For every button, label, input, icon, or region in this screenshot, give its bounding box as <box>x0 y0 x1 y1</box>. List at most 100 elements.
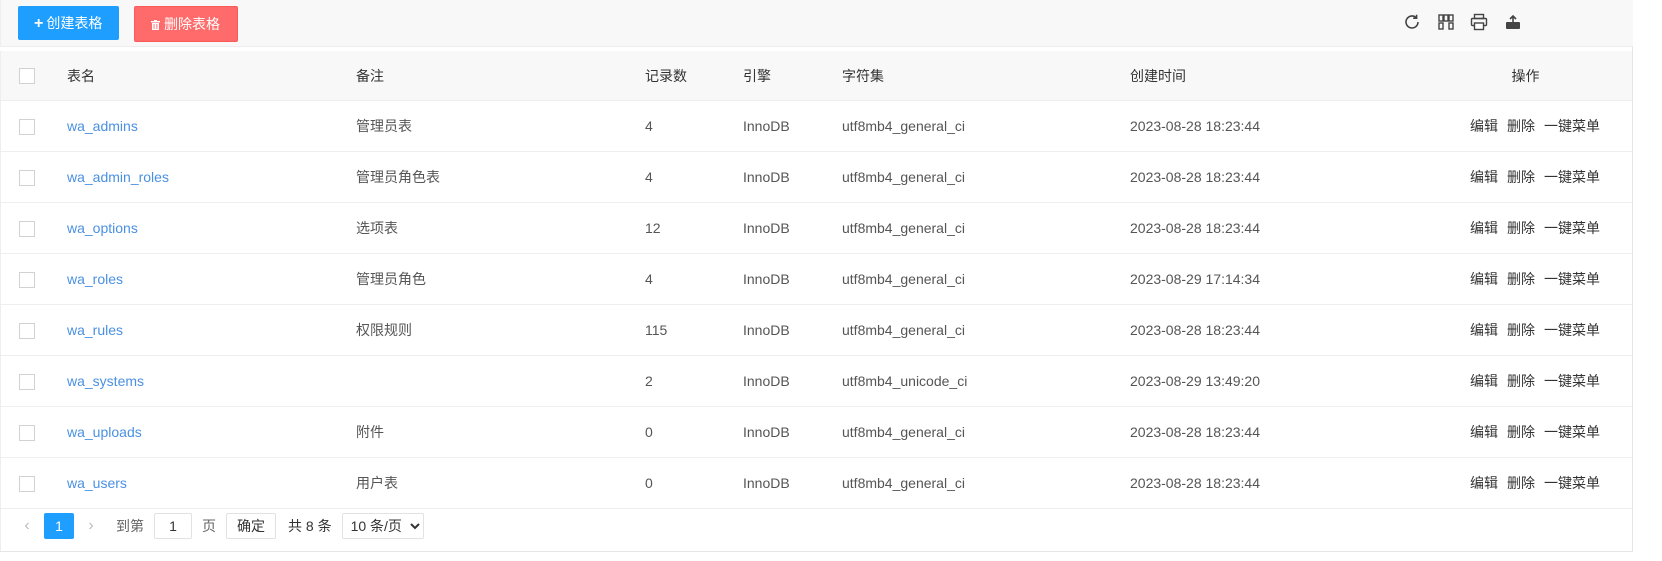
row-checkbox[interactable] <box>19 373 35 390</box>
row-checkbox[interactable] <box>19 169 35 186</box>
row-ops: 编辑 删除 一键菜单 <box>1419 100 1632 152</box>
header-created[interactable]: 创建时间 <box>1130 51 1419 101</box>
row-name-cell: wa_roles <box>67 253 356 305</box>
edit-button[interactable]: 编辑 <box>1470 373 1498 389</box>
row-checkbox[interactable] <box>19 424 35 441</box>
row-note: 选项表 <box>356 202 645 254</box>
edit-button[interactable]: 编辑 <box>1470 322 1498 338</box>
table-name-link[interactable]: wa_uploads <box>67 424 142 440</box>
select-all-checkbox[interactable] <box>19 68 35 85</box>
table-row[interactable]: wa_options 选项表 12 InnoDB utf8mb4_general… <box>0 202 1632 254</box>
row-checkbox[interactable] <box>19 475 35 492</box>
row-checkbox-cell <box>0 304 67 356</box>
goto-page-input[interactable] <box>154 513 192 539</box>
row-created: 2023-08-28 18:23:44 <box>1130 202 1419 254</box>
delete-table-button[interactable]: 删除表格 <box>134 6 238 42</box>
row-note: 管理员角色表 <box>356 151 645 203</box>
row-ops: 编辑 删除 一键菜单 <box>1419 151 1632 203</box>
header-name[interactable]: 表名 <box>67 51 356 101</box>
prev-page-button[interactable]: ‹ <box>12 517 42 535</box>
page-size-select[interactable]: 10 条/页 <box>341 513 424 539</box>
one-click-menu-button[interactable]: 一键菜单 <box>1544 424 1600 440</box>
refresh-icon[interactable] <box>1402 12 1422 32</box>
one-click-menu-button[interactable]: 一键菜单 <box>1544 373 1600 389</box>
table-row[interactable]: wa_admins 管理员表 4 InnoDB utf8mb4_general_… <box>0 100 1632 152</box>
header-engine[interactable]: 引擎 <box>743 51 842 101</box>
export-icon[interactable] <box>1503 12 1523 32</box>
row-note <box>356 355 645 407</box>
one-click-menu-button[interactable]: 一键菜单 <box>1544 220 1600 236</box>
table-name-link[interactable]: wa_users <box>67 475 127 491</box>
row-name-cell: wa_uploads <box>67 406 356 458</box>
delete-button[interactable]: 删除 <box>1507 220 1535 236</box>
row-charset: utf8mb4_general_ci <box>842 151 1130 203</box>
one-click-menu-button[interactable]: 一键菜单 <box>1544 271 1600 287</box>
edit-button[interactable]: 编辑 <box>1470 475 1498 491</box>
row-name-cell: wa_rules <box>67 304 356 356</box>
row-note: 权限规则 <box>356 304 645 356</box>
row-count: 0 <box>645 406 743 458</box>
table-name-link[interactable]: wa_admins <box>67 118 138 134</box>
delete-button[interactable]: 删除 <box>1507 424 1535 440</box>
edit-button[interactable]: 编辑 <box>1470 271 1498 287</box>
delete-button[interactable]: 删除 <box>1507 373 1535 389</box>
row-count: 115 <box>645 304 743 356</box>
row-checkbox[interactable] <box>19 220 35 237</box>
page-label: 页 <box>202 518 216 534</box>
row-checkbox-cell <box>0 253 67 305</box>
delete-button[interactable]: 删除 <box>1507 271 1535 287</box>
delete-button[interactable]: 删除 <box>1507 322 1535 338</box>
table-row[interactable]: wa_roles 管理员角色 4 InnoDB utf8mb4_general_… <box>0 253 1632 305</box>
row-checkbox[interactable] <box>19 322 35 339</box>
create-table-button[interactable]: + 创建表格 <box>18 6 120 40</box>
row-checkbox[interactable] <box>19 118 35 135</box>
toolbar: + 创建表格 删除表格 <box>0 0 1633 47</box>
row-checkbox[interactable] <box>19 271 35 288</box>
header-note[interactable]: 备注 <box>356 51 645 101</box>
row-ops: 编辑 删除 一键菜单 <box>1419 355 1632 407</box>
table-name-link[interactable]: wa_rules <box>67 322 123 338</box>
table-name-link[interactable]: wa_roles <box>67 271 123 287</box>
header-count[interactable]: 记录数 <box>645 51 743 101</box>
table-row[interactable]: wa_admin_roles 管理员角色表 4 InnoDB utf8mb4_g… <box>0 151 1632 203</box>
print-icon[interactable] <box>1469 12 1489 32</box>
row-name-cell: wa_admins <box>67 100 356 152</box>
edit-button[interactable]: 编辑 <box>1470 220 1498 236</box>
row-ops: 编辑 删除 一键菜单 <box>1419 406 1632 458</box>
row-checkbox-cell <box>0 406 67 458</box>
table-row[interactable]: wa_rules 权限规则 115 InnoDB utf8mb4_general… <box>0 304 1632 356</box>
current-page[interactable]: 1 <box>44 513 74 539</box>
table-row[interactable]: wa_systems 2 InnoDB utf8mb4_unicode_ci 2… <box>0 355 1632 407</box>
row-name-cell: wa_systems <box>67 355 356 407</box>
header-checkbox-cell <box>0 51 67 101</box>
row-created: 2023-08-29 13:49:20 <box>1130 355 1419 407</box>
columns-icon[interactable] <box>1436 12 1456 32</box>
delete-button[interactable]: 删除 <box>1507 475 1535 491</box>
next-page-button[interactable]: › <box>76 517 106 535</box>
one-click-menu-button[interactable]: 一键菜单 <box>1544 322 1600 338</box>
edit-button[interactable]: 编辑 <box>1470 424 1498 440</box>
delete-button[interactable]: 删除 <box>1507 169 1535 185</box>
goto-label: 到第 <box>116 518 144 534</box>
confirm-button[interactable]: 确定 <box>226 513 276 539</box>
delete-button[interactable]: 删除 <box>1507 118 1535 134</box>
edit-button[interactable]: 编辑 <box>1470 118 1498 134</box>
row-count: 4 <box>645 253 743 305</box>
row-ops: 编辑 删除 一键菜单 <box>1419 304 1632 356</box>
row-engine: InnoDB <box>743 355 842 407</box>
one-click-menu-button[interactable]: 一键菜单 <box>1544 118 1600 134</box>
row-ops: 编辑 删除 一键菜单 <box>1419 202 1632 254</box>
data-table: 表名 备注 记录数 引擎 字符集 创建时间 操作 wa_admins 管理员表 … <box>0 51 1632 509</box>
table-name-link[interactable]: wa_admin_roles <box>67 169 169 185</box>
table-name-link[interactable]: wa_options <box>67 220 138 236</box>
row-checkbox-cell <box>0 355 67 407</box>
edit-button[interactable]: 编辑 <box>1470 169 1498 185</box>
pagination: ‹ 1 › 到第 页 确定 共 8 条 10 条/页 <box>0 501 1633 551</box>
table-name-link[interactable]: wa_systems <box>67 373 144 389</box>
table-row[interactable]: wa_uploads 附件 0 InnoDB utf8mb4_general_c… <box>0 406 1632 458</box>
one-click-menu-button[interactable]: 一键菜单 <box>1544 169 1600 185</box>
header-charset[interactable]: 字符集 <box>842 51 1130 101</box>
one-click-menu-button[interactable]: 一键菜单 <box>1544 475 1600 491</box>
row-note: 管理员表 <box>356 100 645 152</box>
total-count: 共 8 条 <box>288 518 332 534</box>
